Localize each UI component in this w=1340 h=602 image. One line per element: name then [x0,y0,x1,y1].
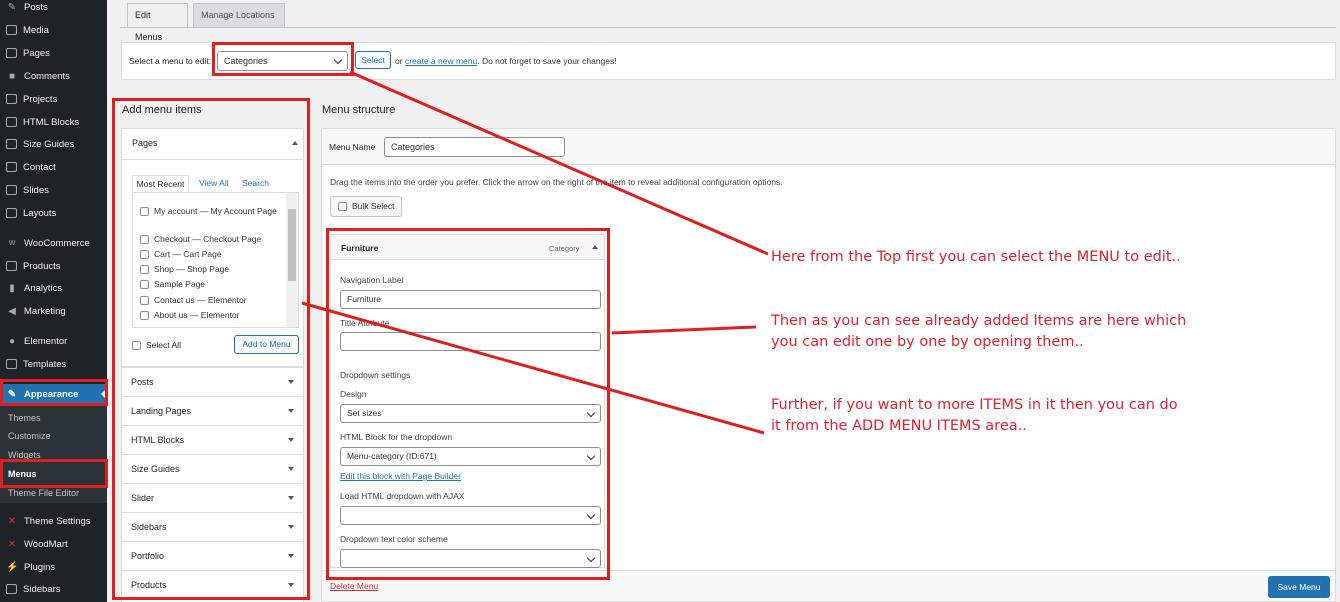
annotation-note-2: Then as you can see already added Items … [771,311,1186,353]
pages-icon [6,48,17,58]
sidebars-icon [6,584,17,594]
admin-sidebar: ✎ Posts Media Pages ■ Comments Projects HT… [0,0,107,602]
sidebar-item-contact[interactable]: Contact [0,157,107,177]
highlight-menus [0,459,108,488]
pin-icon: ✎ [7,1,17,13]
submenu-themes[interactable]: Themes [8,413,41,423]
menu-name-label: Menu Name [329,142,376,152]
appearance-submenu: Themes Customize Widgets Menus Theme Fil… [0,405,107,503]
sidebar-item-sidebars[interactable]: Sidebars [0,579,107,599]
templates-icon [6,359,17,369]
sidebar-item-plugins[interactable]: ⚡ Plugins [0,557,107,577]
woocommerce-icon: W [8,239,16,247]
instructions-text: Drag the items into the order you prefer… [330,177,783,187]
select-button[interactable]: Select [355,51,391,69]
submenu-customize[interactable]: Customize [8,431,51,441]
sidebar-item-slides[interactable]: Slides [0,180,107,200]
sidebar-item-comments[interactable]: ■ Comments [0,66,107,86]
sidebar-item-woocommerce[interactable]: W WooCommerce [0,233,107,253]
sidebar-item-media[interactable]: Media [0,20,107,40]
tab-manage-locations[interactable]: Manage Locations [193,3,285,27]
sidebar-item-products[interactable]: Products [0,256,107,276]
save-menu-button[interactable]: Save Menu [1268,576,1330,598]
annotation-note-2-line-2: you can edit one by one by opening them.… [771,334,1084,350]
select-menu-label: Select a menu to edit: [129,56,212,66]
sidebar-item-size-guides[interactable]: Size Guides [0,134,107,154]
annotation-note-3: Further, if you want to more ITEMS in it… [771,395,1178,437]
sidebar-item-posts[interactable]: ✎ Posts [0,0,107,17]
elementor-icon: ● [8,335,16,347]
size-guides-icon [6,139,17,149]
highlight-menu-item [326,228,610,580]
sidebar-item-analytics[interactable]: ▮ Analytics [0,278,107,298]
annotation-note-1: Here from the Top first you can select t… [771,249,1181,265]
woodmart-icon: ✕ [7,538,17,550]
highlight-add-menu-items [112,98,310,600]
sidebar-item-theme-settings[interactable]: ✕ Theme Settings [0,511,107,531]
sidebar-item-projects[interactable]: Projects [0,89,107,109]
analytics-icon: ▮ [9,282,15,294]
sidebar-item-html-blocks[interactable]: HTML Blocks [0,112,107,132]
sidebar-item-marketing[interactable]: ◀ Marketing [0,301,107,321]
sidebar-item-woodmart[interactable]: ✕ WoodMart [0,534,107,554]
menu-name-input[interactable]: Categories [384,137,565,157]
comments-icon: ■ [8,70,16,82]
menu-name-header: Menu Name Categories [322,129,1335,165]
marketing-icon: ◀ [8,305,16,317]
annotation-note-2-line-1: Then as you can see already added Items … [771,313,1187,329]
slides-icon [6,185,17,195]
mail-icon [6,162,17,172]
sidebar-item-layouts[interactable]: Layouts [0,203,107,223]
highlight-appearance [0,379,108,406]
theme-settings-icon: ✕ [7,515,17,527]
annotation-note-3-line-2: it from the ADD MENU ITEMS area.. [771,418,1027,434]
tabs-divider [120,27,1336,28]
sidebar-item-pages[interactable]: Pages [0,43,107,63]
tab-edit-menus[interactable]: Edit Menus [127,3,188,42]
create-new-menu-link[interactable]: create a new menu [405,56,477,66]
menu-structure-title: Menu structure [322,104,396,116]
bulk-select-checkbox[interactable] [338,202,347,212]
select-menu-hint: or create a new menu. Do not forget to s… [395,56,617,66]
bulk-select-button[interactable]: Bulk Select [330,196,402,217]
delete-menu-link[interactable]: Delete Menu [330,581,378,591]
products-icon [6,261,17,271]
highlight-select-menu [212,42,354,76]
blocks-icon [6,117,17,127]
plugins-icon: ⚡ [6,561,19,573]
projects-icon [6,94,17,104]
sidebar-item-templates[interactable]: Templates [0,354,107,374]
submenu-theme-file-editor[interactable]: Theme File Editor [8,488,79,498]
media-icon [6,25,17,35]
annotation-note-3-line-1: Further, if you want to more ITEMS in it… [771,397,1178,413]
sidebar-item-elementor[interactable]: ● Elementor [0,331,107,351]
layouts-icon [6,208,17,218]
